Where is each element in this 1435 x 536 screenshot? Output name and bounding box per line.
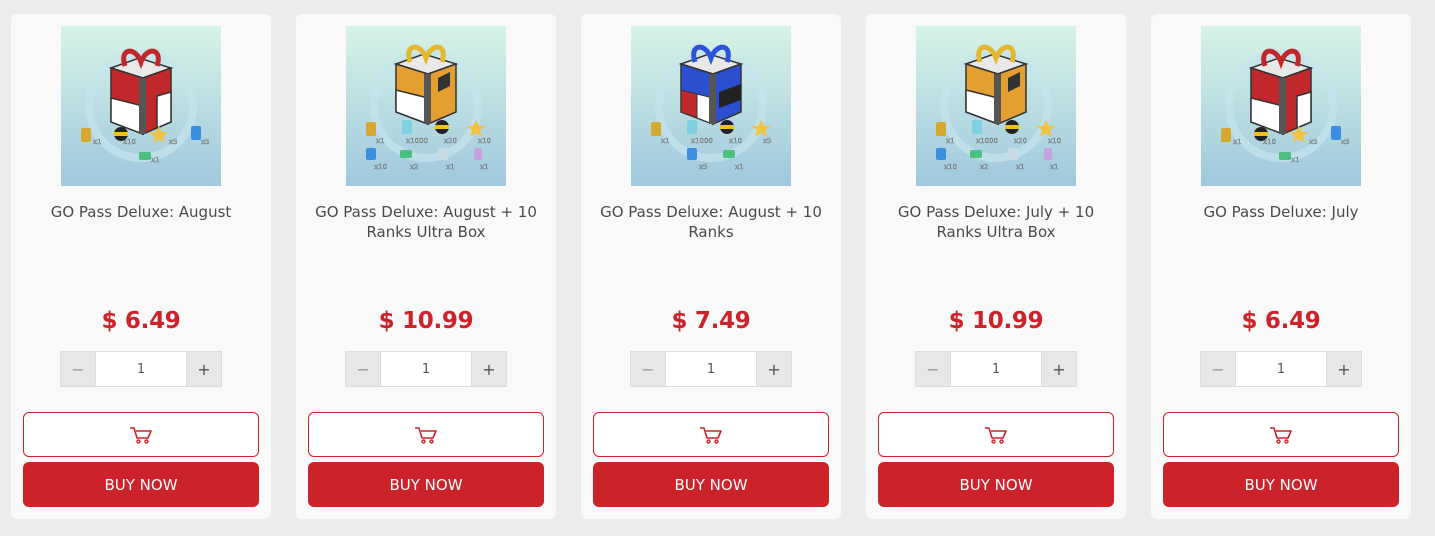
gift-box-icon: x1 x1000 x10 x5 x5 x1 [631,26,791,186]
add-to-cart-button[interactable] [308,412,544,457]
buy-now-button[interactable]: BUY NOW [593,462,829,507]
decrease-quantity-button[interactable]: − [61,352,96,386]
quantity-input[interactable] [96,352,186,386]
product-price: $ 10.99 [378,308,474,334]
decrease-quantity-button[interactable]: − [1201,352,1236,386]
shopping-cart-icon [985,426,1007,444]
gift-box-icon: x1 x10 x5 x5 x1 [1201,26,1361,186]
increase-quantity-button[interactable]: + [1041,352,1076,386]
item-count-label: x1 [661,137,670,145]
product-card: x1 x10 x5 x5 x1 GO Pass Deluxe: July $ 6… [1151,14,1411,519]
product-title[interactable]: GO Pass Deluxe: August [23,202,259,222]
increase-quantity-button[interactable]: + [186,352,221,386]
quantity-input[interactable] [1236,352,1326,386]
decrease-quantity-button[interactable]: − [916,352,951,386]
increase-quantity-button[interactable]: + [756,352,791,386]
gift-box-icon: x1 x10 x5 x5 x1 [61,26,221,186]
item-count-label: x1 [1291,156,1300,164]
quantity-stepper: − + [1200,351,1362,387]
quantity-input[interactable] [666,352,756,386]
product-title[interactable]: GO Pass Deluxe: July [1163,202,1399,222]
shopping-cart-icon [415,426,437,444]
item-count-label: x2 [980,163,989,171]
product-card: x1 x1000 x20 x10 x10 x2 x1 x1 GO Pass De… [296,14,556,519]
product-image[interactable]: x1 x1000 x20 x10 x10 x2 x1 x1 [916,26,1076,186]
product-image[interactable]: x1 x10 x5 x5 x1 [1201,26,1361,186]
item-count-label: x1 [151,156,160,164]
quantity-stepper: − + [345,351,507,387]
buy-now-button[interactable]: BUY NOW [308,462,544,507]
item-count-label: x1 [480,163,489,171]
product-title[interactable]: GO Pass Deluxe: August + 10 Ranks Ultra … [308,202,544,242]
product-price: $ 10.99 [948,308,1044,334]
item-count-label: x5 [1309,138,1318,146]
add-to-cart-button[interactable] [878,412,1114,457]
product-image[interactable]: x1 x1000 x20 x10 x10 x2 x1 x1 [346,26,506,186]
product-title[interactable]: GO Pass Deluxe: August + 10 Ranks [593,202,829,242]
item-count-label: x10 [729,137,742,145]
quantity-stepper: − + [60,351,222,387]
add-to-cart-button[interactable] [593,412,829,457]
product-card: x1 x1000 x20 x10 x10 x2 x1 x1 GO Pass De… [866,14,1126,519]
gift-box-icon: x1 x1000 x20 x10 x10 x2 x1 x1 [916,26,1076,186]
item-count-label: x10 [478,137,491,145]
shopping-cart-icon [700,426,722,444]
product-image[interactable]: x1 x1000 x10 x5 x5 x1 [631,26,791,186]
quantity-stepper: − + [915,351,1077,387]
decrease-quantity-button[interactable]: − [346,352,381,386]
quantity-input[interactable] [951,352,1041,386]
item-count-label: x5 [169,138,178,146]
shopping-cart-icon [130,426,152,444]
item-count-label: x1 [946,137,955,145]
product-price: $ 6.49 [101,308,181,334]
item-count-label: x1 [735,163,744,171]
item-count-label: x20 [444,137,457,145]
increase-quantity-button[interactable]: + [1326,352,1361,386]
product-grid: x1 x10 x5 x5 x1 GO Pass Deluxe: August $… [11,14,1411,519]
buy-now-button[interactable]: BUY NOW [878,462,1114,507]
quantity-stepper: − + [630,351,792,387]
add-to-cart-button[interactable] [23,412,259,457]
item-count-label: x1 [1233,138,1242,146]
buy-now-button[interactable]: BUY NOW [23,462,259,507]
item-count-label: x1 [376,137,385,145]
item-count-label: x10 [374,163,387,171]
item-count-label: x1 [446,163,455,171]
item-count-label: x1000 [691,137,713,145]
item-count-label: x10 [944,163,957,171]
shopping-cart-icon [1270,426,1292,444]
item-count-label: x1 [1050,163,1059,171]
item-count-label: x1000 [976,137,998,145]
product-card: x1 x1000 x10 x5 x5 x1 GO Pass Deluxe: Au… [581,14,841,519]
product-card: x1 x10 x5 x5 x1 GO Pass Deluxe: August $… [11,14,271,519]
quantity-input[interactable] [381,352,471,386]
item-count-label: x5 [1341,138,1350,146]
item-count-label: x10 [123,138,136,146]
product-image[interactable]: x1 x10 x5 x5 x1 [61,26,221,186]
decrease-quantity-button[interactable]: − [631,352,666,386]
increase-quantity-button[interactable]: + [471,352,506,386]
product-title[interactable]: GO Pass Deluxe: July + 10 Ranks Ultra Bo… [878,202,1114,242]
gift-box-icon: x1 x1000 x20 x10 x10 x2 x1 x1 [346,26,506,186]
buy-now-button[interactable]: BUY NOW [1163,462,1399,507]
item-count-label: x1 [1016,163,1025,171]
item-count-label: x2 [410,163,419,171]
item-count-label: x1 [93,138,102,146]
item-count-label: x10 [1263,138,1276,146]
item-count-label: x10 [1048,137,1061,145]
item-count-label: x5 [201,138,210,146]
add-to-cart-button[interactable] [1163,412,1399,457]
item-count-label: x5 [763,137,772,145]
item-count-label: x5 [699,163,708,171]
item-count-label: x20 [1014,137,1027,145]
product-price: $ 6.49 [1241,308,1321,334]
product-price: $ 7.49 [671,308,751,334]
item-count-label: x1000 [406,137,428,145]
